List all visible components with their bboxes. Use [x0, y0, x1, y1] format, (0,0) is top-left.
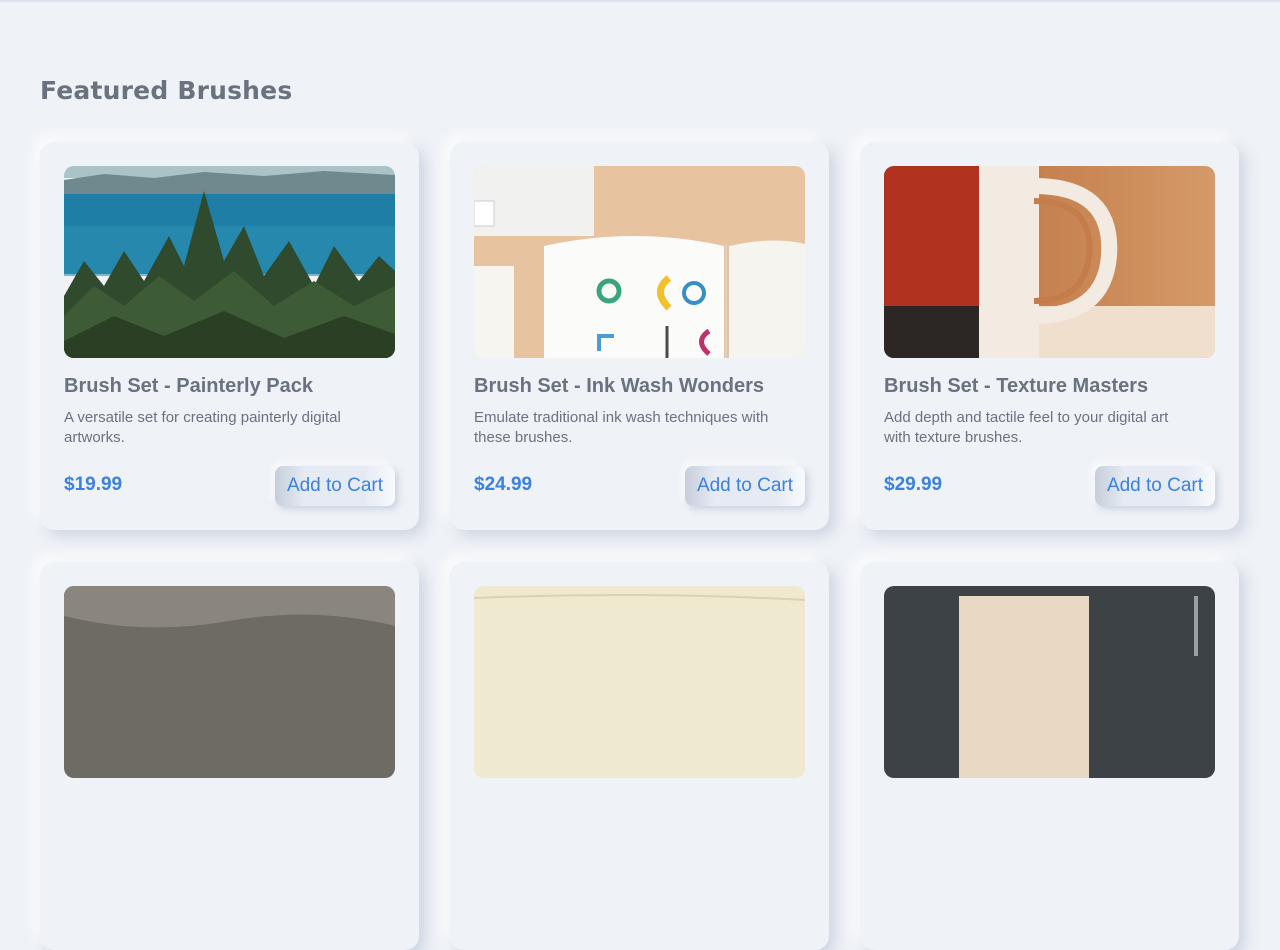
product-card	[450, 562, 829, 950]
product-price: $29.99	[884, 474, 943, 495]
product-price: $19.99	[64, 474, 123, 495]
product-grid: Brush Set - Painterly Pack A versatile s…	[40, 142, 1240, 950]
product-description: Add depth and tactile feel to your digit…	[884, 409, 1169, 446]
product-description: Emulate traditional ink wash techniques …	[474, 409, 769, 446]
product-image	[64, 166, 395, 358]
add-to-cart-button[interactable]: Add to Cart	[1095, 466, 1215, 506]
product-card: Brush Set - Painterly Pack A versatile s…	[40, 142, 419, 530]
product-title: Brush Set - Ink Wash Wonders	[474, 375, 765, 397]
add-to-cart-button[interactable]: Add to Cart	[685, 466, 805, 506]
product-card	[40, 562, 419, 950]
product-card: Brush Set - Ink Wash Wonders Emulate tra…	[450, 142, 829, 530]
product-image	[884, 166, 1215, 358]
product-title: Brush Set - Painterly Pack	[64, 375, 313, 397]
product-image	[884, 586, 1215, 778]
header-shadow	[0, 0, 1280, 3]
product-image	[474, 166, 805, 358]
section-title: Featured Brushes	[40, 76, 293, 105]
add-to-cart-button[interactable]: Add to Cart	[275, 466, 395, 506]
product-title: Brush Set - Texture Masters	[884, 375, 1149, 397]
product-description: A versatile set for creating painterly d…	[64, 409, 341, 446]
product-card: Brush Set - Texture Masters Add depth an…	[860, 142, 1239, 530]
product-price: $24.99	[474, 474, 533, 495]
product-image	[474, 586, 805, 778]
product-image	[64, 586, 395, 778]
product-card	[860, 562, 1239, 950]
